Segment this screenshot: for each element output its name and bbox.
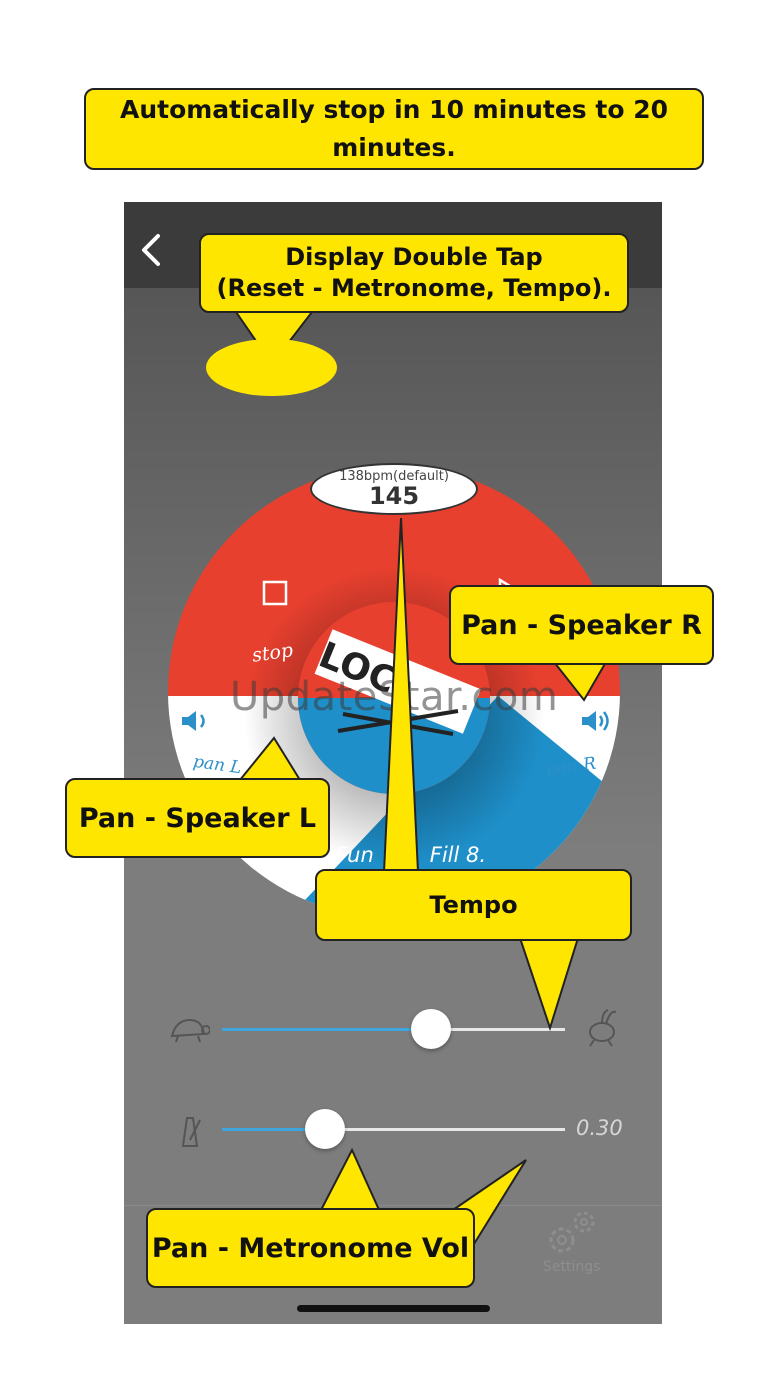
tab-settings[interactable]: Settings (543, 1259, 600, 1275)
auto-stop-text: Automatically stop in 10 minutes to 20 m… (119, 95, 669, 162)
rabbit-icon (589, 1009, 617, 1047)
bpm-value: 145 (368, 482, 420, 510)
double-tap-target (206, 339, 337, 396)
tempo-slider-track[interactable] (431, 1028, 565, 1031)
tab-bar-divider (124, 1205, 662, 1206)
volume-slider-track[interactable] (324, 1128, 565, 1131)
turtle-icon (170, 1018, 210, 1043)
watermark: UpdateStar.com (230, 674, 559, 720)
display-double-tap-text: Display Double Tap (Reset - Metronome, T… (216, 243, 612, 302)
back-chevron-icon[interactable] (136, 232, 166, 268)
pan-speaker-r-callout: Pan - Speaker R (449, 585, 714, 665)
home-indicator (297, 1305, 490, 1312)
stop-square-icon[interactable] (262, 580, 288, 606)
pan-metronome-vol-text: Pan - Metronome Vol (151, 1232, 470, 1264)
auto-stop-callout: Automatically stop in 10 minutes to 20 m… (84, 88, 704, 170)
volume-value: 0.30 (576, 1116, 623, 1140)
pan-metronome-vol-callout: Pan - Metronome Vol (146, 1208, 475, 1288)
tempo-slider-fill (222, 1028, 432, 1031)
fill-pattern-end: Fill 8. (429, 843, 487, 867)
bpm-display[interactable]: 138bpm(default) 145 (310, 463, 478, 515)
speaker-right-icon[interactable] (578, 705, 612, 737)
pan-speaker-l-text: Pan - Speaker L (78, 802, 317, 834)
tempo-slider-thumb[interactable] (411, 1009, 452, 1049)
gear-icon[interactable] (544, 1208, 600, 1258)
volume-slider-thumb[interactable] (304, 1109, 345, 1149)
pan-speaker-r-text: Pan - Speaker R (461, 609, 702, 641)
metronome-icon (181, 1117, 201, 1147)
speaker-left-icon[interactable] (178, 705, 210, 737)
tempo-text: Tempo (429, 891, 518, 919)
pan-speaker-l-callout: Pan - Speaker L (65, 778, 330, 858)
display-double-tap-callout: Display Double Tap (Reset - Metronome, T… (199, 233, 629, 313)
tempo-callout: Tempo (315, 869, 632, 941)
